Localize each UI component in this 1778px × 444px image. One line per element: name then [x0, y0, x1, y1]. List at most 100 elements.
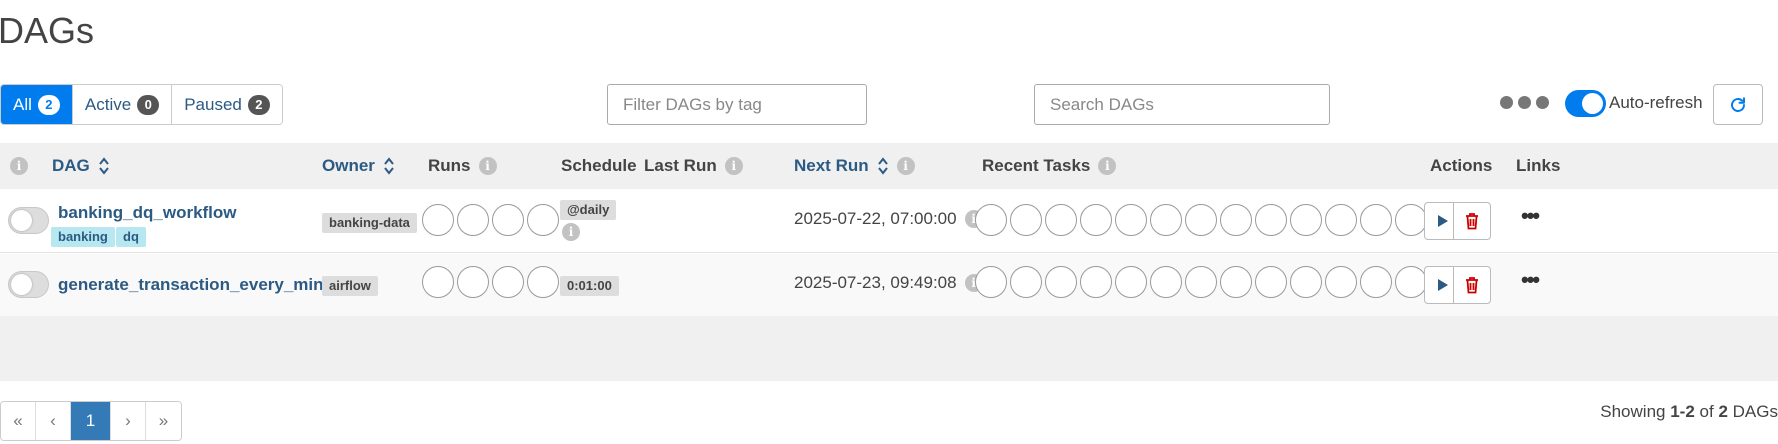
run-status-circle[interactable] [492, 204, 524, 236]
run-status-circle[interactable] [457, 204, 489, 236]
recent-tasks-circles [975, 266, 1465, 298]
dag-tag[interactable]: banking [51, 227, 115, 247]
run-status-circle[interactable] [457, 266, 489, 298]
task-status-circle[interactable] [975, 266, 1007, 298]
refresh-icon [1731, 96, 1745, 112]
runs-header-label: Runs [428, 156, 471, 175]
task-status-circle[interactable] [1290, 204, 1322, 236]
pagination: « ‹ 1 › » [0, 401, 182, 441]
filter-paused-button[interactable]: Paused 2 [172, 85, 282, 124]
sort-icon [384, 157, 394, 175]
last-page-button[interactable]: » [146, 402, 181, 440]
task-status-circle[interactable] [1185, 204, 1217, 236]
delete-dag-button[interactable] [1453, 266, 1491, 304]
filter-active-count: 0 [137, 94, 160, 115]
showing-range: 1-2 [1670, 402, 1695, 421]
task-status-circle[interactable] [1080, 266, 1112, 298]
info-icon[interactable]: i [1098, 157, 1117, 175]
task-status-circle[interactable] [1290, 266, 1322, 298]
filter-all-button[interactable]: All 2 [1, 85, 73, 124]
task-status-circle[interactable] [1045, 204, 1077, 236]
run-status-circle[interactable] [527, 266, 559, 298]
task-status-circle[interactable] [1150, 204, 1182, 236]
owner-label[interactable]: banking-data [322, 213, 417, 233]
status-filter: All 2 Active 0 Paused 2 [0, 84, 283, 125]
filter-active-button[interactable]: Active 0 [72, 85, 173, 124]
task-status-circle[interactable] [1185, 266, 1217, 298]
dag-tag[interactable]: dq [116, 227, 146, 247]
last-run-header-label: Last Run [644, 156, 717, 175]
task-status-circle[interactable] [1325, 266, 1357, 298]
task-status-circle[interactable] [1010, 266, 1042, 298]
task-status-circle[interactable] [1255, 204, 1287, 236]
play-icon [1438, 215, 1448, 227]
task-status-circle[interactable] [1220, 266, 1252, 298]
trash-icon [1466, 276, 1478, 293]
task-status-circle[interactable] [1325, 204, 1357, 236]
first-page-button[interactable]: « [1, 402, 36, 440]
info-icon[interactable]: i [10, 157, 28, 175]
table-empty-area [0, 316, 1778, 381]
filter-all-label: All [13, 94, 32, 114]
owner-header-label: Owner [322, 156, 375, 175]
task-status-circle[interactable] [1045, 266, 1077, 298]
schedule-column-header: Schedule [561, 143, 637, 189]
run-status-circle[interactable] [422, 204, 454, 236]
runs-status-circles [422, 266, 562, 298]
task-status-circle[interactable] [975, 204, 1007, 236]
pause-toggle[interactable] [8, 271, 49, 298]
table-row: banking_dq_workflow banking dq banking-d… [0, 189, 1778, 253]
task-status-circle[interactable] [1220, 204, 1252, 236]
showing-total: 2 [1718, 402, 1728, 421]
filter-all-count: 2 [37, 94, 60, 115]
task-status-circle[interactable] [1115, 204, 1147, 236]
auto-refresh-label: Auto-refresh [1609, 93, 1703, 112]
next-page-button[interactable]: › [111, 402, 146, 440]
delete-dag-button[interactable] [1453, 202, 1491, 240]
actions-header-label: Actions [1430, 156, 1493, 175]
info-icon[interactable]: i [562, 223, 580, 241]
dag-column-header[interactable]: DAG [52, 143, 110, 189]
recent-tasks-circles [975, 204, 1465, 236]
page-1-button[interactable]: 1 [71, 402, 111, 440]
dag-link[interactable]: banking_dq_workflow [58, 203, 237, 223]
owner-label[interactable]: airflow [322, 276, 378, 296]
task-status-circle[interactable] [1395, 266, 1427, 298]
filter-paused-label: Paused [184, 94, 242, 114]
last-run-column-header: Last Run i [644, 143, 743, 189]
dag-link-text: generate_transaction_every_minute [58, 275, 350, 294]
owner-column-header[interactable]: Owner [322, 143, 395, 189]
task-status-circle[interactable] [1080, 204, 1112, 236]
prev-page-button[interactable]: ‹ [36, 402, 71, 440]
tag-filter-input[interactable] [607, 84, 867, 125]
task-status-circle[interactable] [1360, 204, 1392, 236]
next-run-column-header[interactable]: Next Run i [794, 143, 915, 189]
runs-status-circles [422, 204, 562, 236]
refresh-button[interactable] [1713, 84, 1763, 125]
trash-icon [1466, 212, 1478, 229]
more-links-icon[interactable]: ••• [1521, 203, 1540, 229]
dag-link[interactable]: generate_transaction_every_minute [58, 275, 349, 295]
info-icon[interactable]: i [724, 157, 743, 175]
run-status-circle[interactable] [422, 266, 454, 298]
run-status-circle[interactable] [527, 204, 559, 236]
task-status-circle[interactable] [1255, 266, 1287, 298]
links-header-label: Links [1516, 156, 1561, 175]
task-status-circle[interactable] [1395, 204, 1427, 236]
search-input[interactable] [1034, 84, 1330, 125]
info-icon[interactable]: i [896, 157, 915, 175]
more-links-icon[interactable]: ••• [1521, 267, 1540, 293]
task-status-circle[interactable] [1115, 266, 1147, 298]
schedule-label[interactable]: @daily [560, 200, 617, 220]
schedule-label[interactable]: 0:01:00 [560, 276, 619, 296]
filter-paused-count: 2 [247, 94, 270, 115]
task-status-circle[interactable] [1360, 266, 1392, 298]
run-status-circle[interactable] [492, 266, 524, 298]
info-icon[interactable]: i [478, 157, 497, 175]
recent-tasks-header-label: Recent Tasks [982, 156, 1091, 175]
links-column-header: Links [1516, 143, 1560, 189]
task-status-circle[interactable] [1010, 204, 1042, 236]
pause-toggle[interactable] [8, 207, 49, 234]
auto-refresh-toggle[interactable] [1565, 90, 1606, 117]
task-status-circle[interactable] [1150, 266, 1182, 298]
